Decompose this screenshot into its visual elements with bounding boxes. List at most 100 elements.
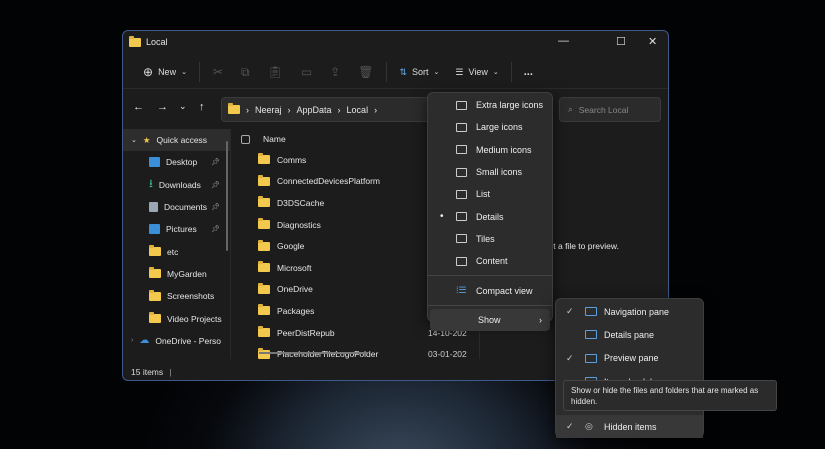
close-button[interactable]: ✕ [648, 35, 657, 48]
nav-onedrive[interactable]: › ☁ OneDrive - Perso [123, 330, 230, 352]
window-title: Local [146, 37, 168, 47]
title-bar: Local [129, 35, 168, 47]
menu-preview-pane[interactable]: ✓ Preview pane [556, 347, 703, 370]
tiles-icon [456, 234, 467, 244]
pin-icon: 📌︎ [211, 159, 220, 167]
view-icon: ☰ [455, 66, 464, 77]
nav-downloads[interactable]: ⭳ Downloads 📌︎ [123, 174, 230, 196]
folder-icon [149, 289, 161, 301]
nav-documents[interactable]: Documents 📌︎ [123, 196, 230, 218]
pin-icon: 📌︎ [211, 226, 220, 234]
menu-compact-view[interactable]: ⁞☰ Compact view [428, 279, 552, 301]
nav-quick-access[interactable]: ⌄ ★ Quick access [123, 129, 230, 152]
checkmark-icon: ✓ [566, 352, 574, 363]
folder-icon [228, 103, 240, 114]
delete-button[interactable]: 🗑︎ [349, 60, 382, 84]
menu-show[interactable]: Show › [430, 308, 550, 331]
minimize-button[interactable]: — [558, 35, 569, 47]
breadcrumb-neeraj[interactable]: Neeraj [255, 105, 282, 115]
medium-icons-icon [456, 145, 467, 155]
command-bar: ⊕ New ⌄ ✂ ⧉ 📋︎ ▭ ⇪ 🗑︎ ⇅ Sort ⌄ ☰ View ⌄ ... [123, 56, 668, 89]
file-name: Microsoft [277, 262, 312, 273]
pin-icon: 📌︎ [211, 181, 220, 189]
name-column-header[interactable]: Name [263, 134, 286, 144]
file-name: Packages [277, 305, 315, 316]
search-input[interactable]: ⌕ Search Local [559, 97, 661, 122]
nav-desktop[interactable]: Desktop 📌︎ [123, 151, 230, 173]
menu-large-icons[interactable]: Large icons [428, 116, 552, 138]
status-bar: 15 items | [131, 367, 172, 377]
extra-large-icons-icon [456, 100, 467, 110]
file-name: OneDrive [277, 284, 313, 295]
forward-button[interactable]: → [157, 101, 168, 113]
nav-video-projects[interactable]: Video Projects [123, 307, 230, 329]
new-button[interactable]: ⊕ New ⌄ [135, 60, 195, 84]
folder-icon [258, 218, 270, 230]
download-icon: ⭳ [149, 178, 153, 191]
folder-icon [258, 304, 270, 316]
menu-list[interactable]: List [428, 183, 552, 205]
folder-icon [258, 196, 270, 208]
folder-icon [258, 282, 270, 294]
recent-dropdown[interactable]: ⌄ [179, 101, 187, 112]
menu-small-icons[interactable]: Small icons [428, 161, 552, 183]
breadcrumb-appdata[interactable]: AppData [297, 105, 332, 115]
rename-button[interactable]: ▭ [292, 60, 321, 84]
maximize-button[interactable]: ☐ [616, 35, 626, 48]
paste-button[interactable]: 📋︎ [259, 60, 292, 84]
select-all-checkbox[interactable] [241, 134, 250, 144]
chevron-right-icon: › [539, 314, 542, 325]
selected-dot-icon: • [440, 211, 444, 223]
compact-view-icon: ⁞☰ [456, 285, 467, 296]
menu-tiles[interactable]: Tiles [428, 228, 552, 250]
breadcrumb-local[interactable]: Local [347, 105, 369, 115]
up-button[interactable]: ↑ [199, 101, 205, 113]
address-bar[interactable]: › Neeraj › AppData › Local › [221, 97, 431, 122]
eye-icon: ◎ [585, 421, 593, 432]
tooltip: Show or hide the files and folders that … [563, 380, 777, 411]
folder-icon [149, 312, 161, 324]
list-icon [456, 189, 467, 199]
back-button[interactable]: ← [133, 101, 144, 113]
desktop-icon [149, 157, 160, 168]
show-submenu: ✓ Navigation pane Details pane ✓ Preview pan… [555, 298, 704, 439]
menu-details-pane[interactable]: Details pane [556, 323, 703, 346]
plus-circle-icon: ⊕ [143, 65, 154, 79]
sort-ascending-icon: ⌃ [333, 129, 340, 134]
menu-extra-large-icons[interactable]: Extra large icons [428, 94, 552, 116]
cut-button[interactable]: ✂ [204, 60, 232, 84]
details-pane-icon [585, 330, 597, 340]
content-icon [456, 256, 467, 266]
folder-icon [258, 153, 270, 165]
nav-scrollbar[interactable] [226, 141, 228, 251]
folder-icon [258, 326, 270, 338]
more-button[interactable]: ... [516, 60, 541, 84]
star-icon: ★ [142, 134, 151, 145]
nav-pictures[interactable]: Pictures 📌︎ [123, 218, 230, 240]
folder-icon [258, 261, 270, 273]
menu-details[interactable]: • Details [428, 205, 552, 227]
menu-hidden-items[interactable]: ✓ ◎ Hidden items [556, 415, 703, 439]
horizontal-scrollbar[interactable] [259, 352, 367, 354]
document-icon [149, 202, 158, 213]
folder-icon [149, 245, 161, 257]
checkmark-icon: ✓ [566, 306, 574, 317]
folder-icon [149, 267, 161, 279]
search-icon: ⌕ [568, 104, 573, 114]
sort-button[interactable]: ⇅ Sort ⌄ [391, 60, 447, 84]
file-name: Comms [277, 154, 307, 165]
nav-screenshots[interactable]: Screenshots [123, 285, 230, 307]
share-button[interactable]: ⇪ [321, 60, 349, 84]
copy-button[interactable]: ⧉ [232, 60, 259, 84]
pin-icon: 📌︎ [211, 204, 220, 212]
nav-mygarden[interactable]: MyGarden [123, 263, 230, 285]
preview-pane-icon [585, 353, 597, 363]
file-name: D3DSCache [277, 197, 325, 208]
menu-medium-icons[interactable]: Medium icons [428, 139, 552, 161]
folder-icon [129, 35, 141, 47]
view-button[interactable]: ☰ View ⌄ [447, 60, 506, 84]
menu-navigation-pane[interactable]: ✓ Navigation pane [556, 300, 703, 323]
navigation-pane: ⌄ ★ Quick access Desktop 📌︎ ⭳ Downloads 📌︎ Do… [123, 129, 231, 359]
menu-content[interactable]: Content [428, 250, 552, 272]
nav-etc[interactable]: etc [123, 240, 230, 262]
